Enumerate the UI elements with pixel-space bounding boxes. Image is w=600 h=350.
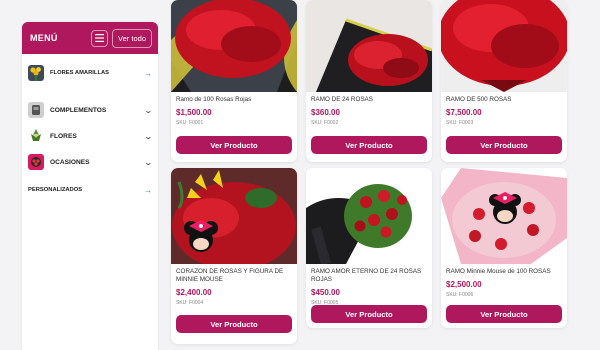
- flores-thumbnail: [28, 128, 44, 144]
- arrow-right-icon[interactable]: →: [144, 186, 152, 195]
- product-price: $7,500.00: [446, 108, 482, 117]
- ver-producto-button[interactable]: Ver Producto: [176, 315, 292, 333]
- sidebar-item-label: PERSONALIZADOS: [28, 187, 83, 193]
- sidebar-item-ocasiones[interactable]: OCASIONES ⌄: [22, 149, 158, 175]
- product-image[interactable]: [306, 168, 432, 264]
- product-card: RAMO DE 24 ROSAS $360.00 SKU: F0002 Ver …: [306, 0, 432, 162]
- ver-producto-button[interactable]: Ver Producto: [311, 136, 427, 154]
- product-card: RAMO AMOR ETERNO DE 24 ROSAS ROJAS $450.…: [306, 168, 432, 328]
- ver-producto-button[interactable]: Ver Producto: [176, 136, 292, 154]
- product-sku: SKU: F0004: [176, 300, 204, 306]
- product-name[interactable]: Ramo de 100 Rosas Rojas: [176, 96, 292, 104]
- product-price: $450.00: [311, 288, 340, 297]
- product-name[interactable]: CORAZON DE ROSAS Y FIGURA DE MINNIE MOUS…: [176, 268, 292, 284]
- product-image[interactable]: [441, 168, 567, 264]
- sidebar: MENÚ Ver todo FLORES AMARILLAS → COMPLEM…: [22, 22, 158, 350]
- sidebar-item-label: FLORES AMARILLAS: [50, 70, 110, 76]
- sidebar-item-label: OCASIONES: [50, 158, 90, 166]
- product-image[interactable]: [171, 0, 297, 92]
- product-image[interactable]: [441, 0, 567, 92]
- ver-producto-button[interactable]: Ver Producto: [446, 136, 562, 154]
- sidebar-item-label: COMPLEMENTOS: [50, 106, 107, 114]
- ver-todo-button[interactable]: Ver todo: [112, 28, 152, 48]
- chevron-down-icon[interactable]: ⌄: [144, 132, 153, 141]
- sidebar-title: MENÚ: [30, 33, 58, 43]
- product-sku: SKU: F0006: [446, 292, 474, 298]
- ver-producto-button[interactable]: Ver Producto: [311, 305, 427, 323]
- ocasiones-thumbnail: [28, 154, 44, 170]
- product-card: RAMO DE 500 ROSAS $7,500.00 SKU: F0003 V…: [441, 0, 567, 162]
- arrow-right-icon[interactable]: →: [144, 69, 152, 78]
- product-sku: SKU: F0003: [446, 120, 474, 126]
- product-sku: SKU: F0002: [311, 120, 339, 126]
- product-card: RAMO Minnie Mouse de 100 ROSAS $2,500.00…: [441, 168, 567, 328]
- sidebar-header: MENÚ Ver todo: [22, 22, 158, 54]
- yellow-flowers-thumbnail: [28, 65, 44, 81]
- complementos-thumbnail: [28, 102, 44, 118]
- product-price: $1,500.00: [176, 108, 212, 117]
- product-price: $360.00: [311, 108, 340, 117]
- sidebar-item-label: FLORES: [50, 132, 77, 140]
- product-price: $2,400.00: [176, 288, 212, 297]
- product-price: $2,500.00: [446, 280, 482, 289]
- sidebar-item-complementos[interactable]: COMPLEMENTOS ⌄: [22, 97, 158, 123]
- chevron-down-icon[interactable]: ⌄: [144, 106, 153, 115]
- sidebar-item-flores[interactable]: FLORES ⌄: [22, 123, 158, 149]
- sidebar-item-flores-amarillas[interactable]: FLORES AMARILLAS →: [22, 57, 158, 89]
- product-card: Ramo de 100 Rosas Rojas $1,500.00 SKU: F…: [171, 0, 297, 162]
- product-image[interactable]: [171, 168, 297, 264]
- product-name[interactable]: RAMO AMOR ETERNO DE 24 ROSAS ROJAS: [311, 268, 427, 284]
- ver-producto-button[interactable]: Ver Producto: [446, 305, 562, 323]
- product-card: CORAZON DE ROSAS Y FIGURA DE MINNIE MOUS…: [171, 168, 297, 344]
- product-image[interactable]: [306, 0, 432, 92]
- product-sku: SKU: F0001: [176, 120, 204, 126]
- hamburger-icon[interactable]: [91, 29, 109, 47]
- sidebar-item-personalizados[interactable]: PERSONALIZADOS →: [22, 177, 158, 203]
- chevron-down-icon[interactable]: ⌄: [144, 158, 153, 167]
- product-name[interactable]: RAMO DE 500 ROSAS: [446, 96, 562, 104]
- product-name[interactable]: RAMO DE 24 ROSAS: [311, 96, 427, 104]
- page: MENÚ Ver todo FLORES AMARILLAS → COMPLEM…: [0, 0, 600, 350]
- product-name[interactable]: RAMO Minnie Mouse de 100 ROSAS: [446, 268, 562, 276]
